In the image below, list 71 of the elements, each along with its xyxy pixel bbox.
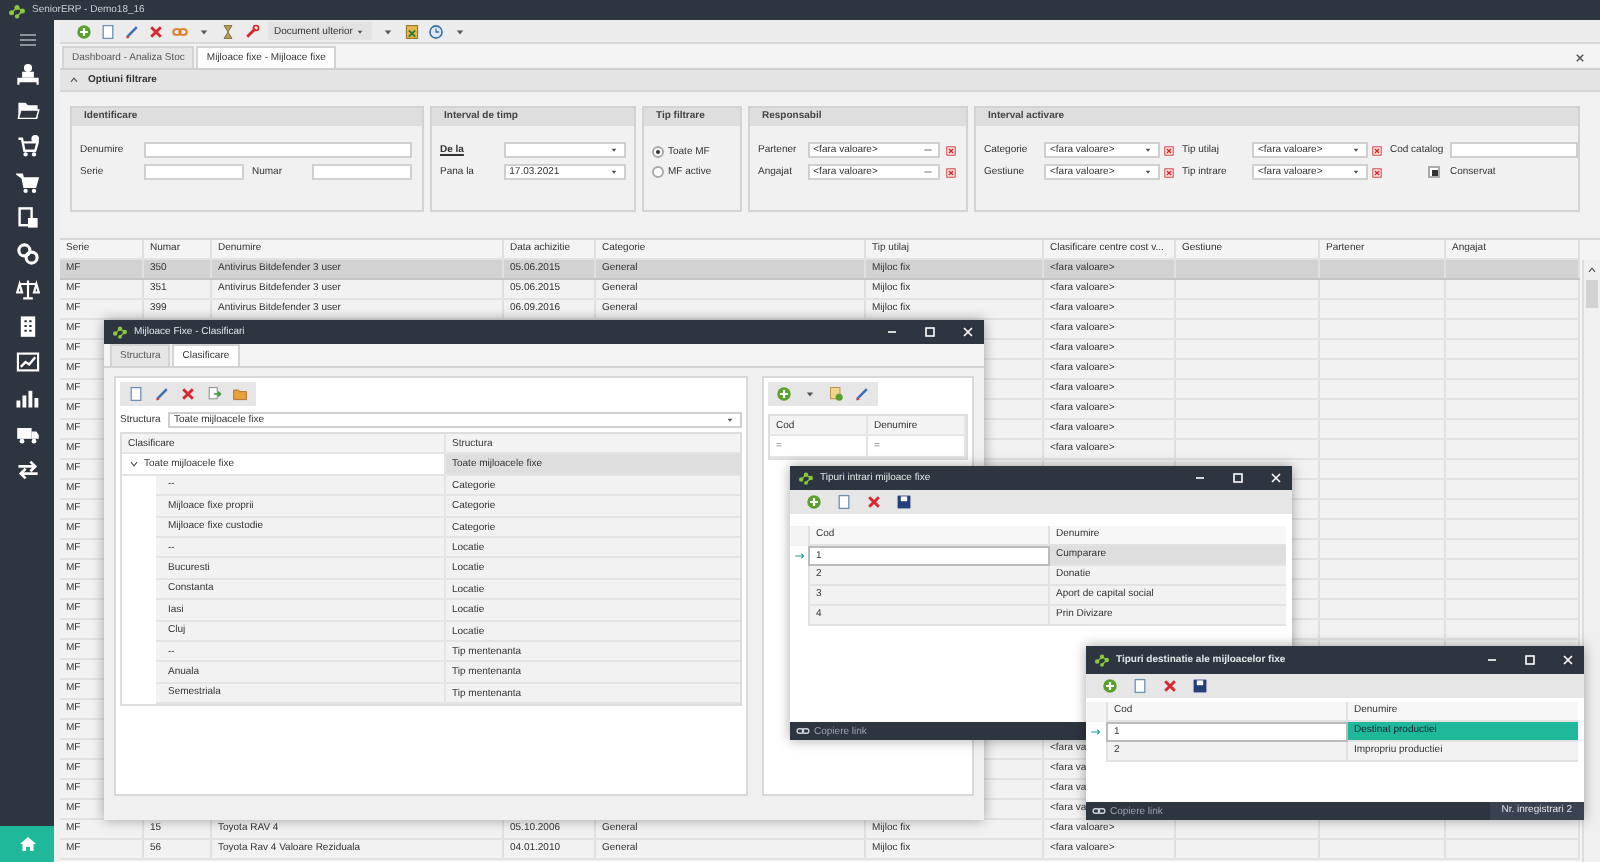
wrench-icon[interactable] bbox=[244, 23, 260, 39]
maximize-icon[interactable] bbox=[922, 324, 938, 340]
radio-icon[interactable] bbox=[652, 146, 664, 158]
clear-icon[interactable] bbox=[1370, 143, 1384, 157]
clear-icon[interactable] bbox=[944, 143, 958, 157]
clear-icon[interactable] bbox=[944, 165, 958, 179]
row-pointer-icon bbox=[1090, 726, 1102, 738]
caret-icon bbox=[724, 413, 736, 425]
delete-icon[interactable] bbox=[148, 23, 164, 39]
folder-icon[interactable] bbox=[15, 98, 39, 122]
delete-icon[interactable] bbox=[180, 386, 196, 402]
spreadsheet-icon[interactable] bbox=[404, 23, 421, 39]
input-field[interactable] bbox=[144, 142, 412, 158]
clear-icon[interactable] bbox=[1370, 165, 1384, 179]
delete-icon[interactable] bbox=[1162, 678, 1178, 694]
chain-link-icon[interactable] bbox=[15, 242, 39, 266]
add-icon[interactable] bbox=[806, 494, 822, 510]
document-icon[interactable] bbox=[836, 494, 852, 510]
chain-link-icon bbox=[796, 724, 810, 738]
scrollbar[interactable] bbox=[1582, 260, 1600, 862]
truck-icon[interactable] bbox=[15, 422, 39, 446]
edit-icon[interactable] bbox=[154, 386, 170, 402]
cart-gear-icon[interactable] bbox=[15, 134, 39, 158]
document-icon[interactable] bbox=[128, 386, 144, 402]
home-button[interactable] bbox=[0, 826, 54, 862]
save-icon[interactable] bbox=[896, 494, 912, 510]
clock-icon[interactable] bbox=[428, 23, 445, 39]
building-icon[interactable] bbox=[15, 314, 39, 338]
input-field[interactable] bbox=[1450, 142, 1578, 158]
expand-icon[interactable] bbox=[128, 458, 140, 471]
menu-icon[interactable] bbox=[17, 30, 37, 50]
input-field[interactable] bbox=[144, 164, 244, 180]
radio-icon[interactable] bbox=[652, 166, 664, 178]
maximize-icon[interactable] bbox=[1230, 470, 1246, 486]
input-field[interactable] bbox=[312, 164, 412, 180]
save-icon[interactable] bbox=[1192, 678, 1208, 694]
cart-icon[interactable] bbox=[15, 170, 39, 194]
clear-icon[interactable] bbox=[1162, 165, 1176, 179]
row-pointer-icon bbox=[793, 550, 805, 562]
documents-icon[interactable] bbox=[15, 206, 39, 230]
close-icon[interactable] bbox=[960, 324, 976, 340]
line-chart-icon[interactable] bbox=[15, 350, 39, 374]
add-icon[interactable] bbox=[1102, 678, 1118, 694]
checkbox[interactable] bbox=[1428, 166, 1440, 178]
add-icon[interactable] bbox=[76, 23, 92, 39]
bar-chart-icon[interactable] bbox=[15, 386, 39, 410]
add-record-icon[interactable] bbox=[828, 386, 844, 402]
logo-icon bbox=[1094, 652, 1110, 668]
edit-icon[interactable] bbox=[124, 23, 140, 39]
chevron-icon[interactable] bbox=[68, 74, 80, 86]
import-icon[interactable] bbox=[206, 386, 222, 402]
chain-link-icon bbox=[1092, 804, 1106, 818]
document-icon[interactable] bbox=[1132, 678, 1148, 694]
logo-icon bbox=[112, 324, 128, 340]
logo-icon bbox=[798, 470, 814, 486]
delete-icon[interactable] bbox=[866, 494, 882, 510]
logo-icon bbox=[8, 1, 26, 19]
home-icon bbox=[17, 834, 37, 854]
edit-icon[interactable] bbox=[854, 386, 870, 402]
scroll-thumb[interactable] bbox=[1586, 280, 1598, 308]
swap-arrows-icon[interactable] bbox=[15, 458, 39, 482]
org-chart-icon[interactable] bbox=[15, 62, 39, 86]
clear-icon[interactable] bbox=[1162, 143, 1176, 157]
close-icon[interactable] bbox=[1268, 470, 1284, 486]
add-icon[interactable] bbox=[776, 386, 792, 402]
scroll-up-icon[interactable] bbox=[1586, 264, 1598, 276]
maximize-icon[interactable] bbox=[1522, 652, 1538, 668]
close-icon[interactable] bbox=[1572, 50, 1588, 66]
close-icon[interactable] bbox=[1560, 652, 1576, 668]
document-icon[interactable] bbox=[100, 23, 116, 39]
scales-icon[interactable] bbox=[15, 278, 39, 302]
